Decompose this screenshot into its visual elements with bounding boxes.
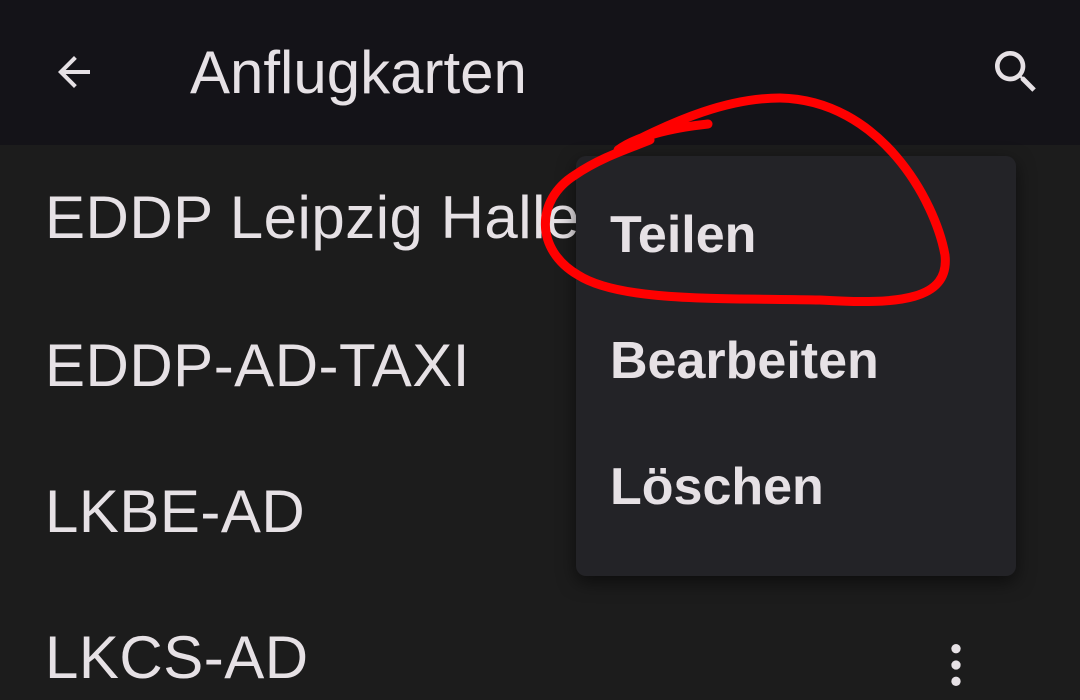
list-item-label: EDDP-AD-TAXI [45,332,470,399]
menu-item-label: Teilen [610,206,757,264]
overflow-menu-button[interactable] [928,625,984,700]
arrow-back-icon [58,56,90,88]
list-item-label: LKBE-AD [45,478,306,545]
list-item-label: LKCS-AD [45,624,309,691]
page-title: Anflugkarten [190,39,527,106]
context-menu: Teilen Bearbeiten Löschen [576,156,1016,576]
search-icon [995,51,1036,92]
menu-item-label: Bearbeiten [610,332,879,390]
back-button[interactable] [34,32,114,112]
list-item[interactable]: LKCS-AD [0,585,1080,700]
menu-item-label: Löschen [610,458,824,516]
menu-item-delete[interactable]: Löschen [576,428,1016,554]
more-vert-icon [951,644,961,686]
menu-item-edit[interactable]: Bearbeiten [576,302,1016,428]
list-item-label: EDDP Leipzig Halle [45,184,580,251]
menu-item-share[interactable]: Teilen [576,176,1016,302]
app-bar: Anflugkarten [0,0,1080,145]
screen: Anflugkarten EDDP Leipzig Halle EDDP-AD-… [0,0,1080,700]
search-button[interactable] [976,32,1056,112]
